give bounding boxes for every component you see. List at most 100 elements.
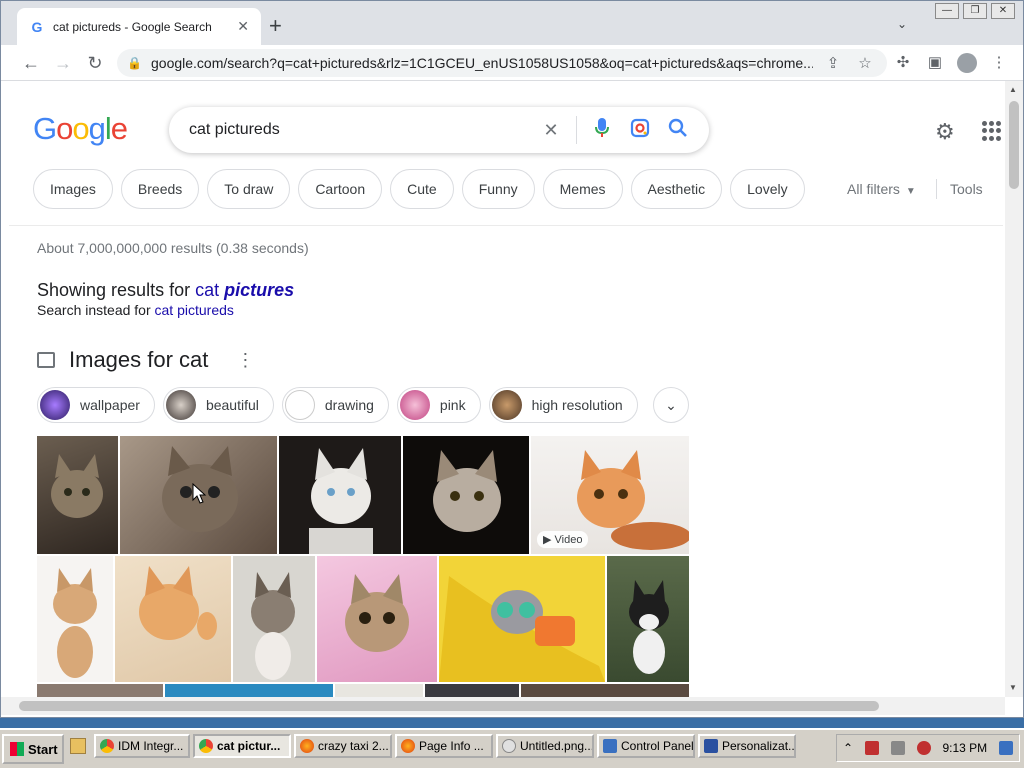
profile-avatar[interactable] (957, 53, 977, 73)
chip-cute[interactable]: Cute (390, 169, 454, 209)
showing-prefix: Showing results for (37, 280, 196, 300)
image-result[interactable] (335, 684, 423, 697)
scroll-up-arrow-icon[interactable]: ▲ (1009, 85, 1017, 94)
chip-memes[interactable]: Memes (542, 169, 623, 209)
subchip-drawing[interactable]: drawing (281, 387, 389, 423)
chip-images[interactable]: Images (33, 169, 113, 209)
folder-icon[interactable] (70, 738, 86, 754)
image-result[interactable] (403, 436, 529, 554)
logo-letter: g (88, 111, 106, 146)
new-tab-button[interactable]: + (269, 13, 282, 39)
video-label: Video (554, 534, 583, 546)
task-firefox-taxi[interactable]: crazy taxi 2... (294, 734, 392, 758)
subchip-pink[interactable]: pink (396, 387, 481, 423)
taskbar: Start IDM Integr... cat pictur... crazy … (0, 728, 1024, 768)
image-result[interactable] (165, 684, 333, 697)
search-box[interactable]: cat pictureds ✕ (169, 107, 709, 153)
chrome-icon (199, 739, 213, 753)
task-page-info[interactable]: Page Info ... (395, 734, 493, 758)
subchip-high-resolution[interactable]: high resolution (488, 387, 638, 423)
chip-cartoon[interactable]: Cartoon (298, 169, 383, 209)
google-logo[interactable]: Google (33, 111, 128, 147)
share-icon[interactable]: ⇪ (821, 54, 845, 72)
chip-funny[interactable]: Funny (461, 169, 535, 209)
horizontal-scrollbar[interactable] (1, 697, 1005, 715)
start-button[interactable]: Start (2, 734, 64, 764)
search-input[interactable]: cat pictureds (189, 121, 532, 139)
task-control-panel[interactable]: Control Panel (597, 734, 695, 758)
image-result[interactable] (115, 556, 231, 682)
chip-aesthetic[interactable]: Aesthetic (630, 169, 723, 209)
reload-icon[interactable]: ↻ (83, 51, 107, 75)
image-result[interactable] (521, 684, 689, 697)
lens-camera-icon[interactable] (621, 118, 659, 143)
tray-security-icon[interactable] (864, 741, 879, 755)
side-panel-icon[interactable]: ▣ (923, 53, 947, 73)
apps-grid-icon[interactable] (982, 121, 1002, 141)
image-result[interactable] (37, 436, 118, 554)
image-result[interactable] (317, 556, 437, 682)
image-result[interactable] (425, 684, 519, 697)
restore-button[interactable]: ❐ (963, 3, 987, 19)
bookmark-star-icon[interactable]: ☆ (853, 54, 877, 72)
clear-x-icon[interactable]: ✕ (532, 120, 570, 141)
all-filters-button[interactable]: All filters ▼ (847, 181, 916, 197)
task-idm[interactable]: IDM Integr... (94, 734, 190, 758)
task-personalization[interactable]: Personalizat... (698, 734, 796, 758)
tray-network-icon[interactable] (890, 741, 905, 755)
tray-expand-icon[interactable]: ⌃ (843, 741, 853, 755)
image-result[interactable] (37, 684, 163, 697)
scroll-thumb[interactable] (1009, 101, 1019, 189)
scroll-down-arrow-icon[interactable]: ▼ (1009, 683, 1017, 692)
corrected-query-link[interactable]: cat pictures (195, 280, 294, 300)
clock[interactable]: 9:13 PM (942, 741, 987, 755)
thumbnail (284, 390, 315, 420)
chip-to-draw[interactable]: To draw (207, 169, 291, 209)
minimize-button[interactable]: — (935, 3, 959, 19)
image-result[interactable] (37, 556, 113, 682)
tab-active[interactable]: G cat pictureds - Google Search ✕ (17, 8, 261, 45)
task-label: Personalizat... (722, 739, 796, 753)
vertical-scrollbar[interactable]: ▲ ▼ (1005, 81, 1023, 697)
personalization-icon (704, 739, 718, 753)
tab-bar: G cat pictureds - Google Search ✕ + ⌄ — … (1, 1, 1023, 45)
window-close-button[interactable]: ✕ (991, 3, 1015, 19)
extensions-puzzle-icon[interactable]: ✣ (891, 53, 915, 73)
tray-desktop-icon[interactable] (998, 741, 1013, 755)
back-arrow-icon[interactable]: ← (19, 51, 43, 75)
more-vert-icon[interactable]: ⋮ (236, 350, 254, 371)
address-bar[interactable]: 🔒 google.com/search?q=cat+pictureds&rlz=… (117, 49, 887, 77)
browser-window: G cat pictureds - Google Search ✕ + ⌄ — … (0, 0, 1024, 718)
tools-button[interactable]: Tools (950, 181, 983, 197)
microphone-icon[interactable] (583, 117, 621, 143)
subchip-wallpaper[interactable]: wallpaper (37, 387, 155, 423)
scroll-thumb[interactable] (19, 701, 879, 711)
task-chrome-search[interactable]: cat pictur... (193, 734, 291, 758)
close-icon[interactable]: ✕ (237, 18, 249, 35)
search-icon[interactable] (659, 118, 697, 143)
chip-breeds[interactable]: Breeds (120, 169, 200, 209)
task-buttons: IDM Integr... cat pictur... crazy taxi 2… (94, 734, 796, 758)
video-badge: ▶ Video (537, 531, 589, 548)
lock-icon[interactable]: 🔒 (127, 56, 142, 70)
chip-lovely[interactable]: Lovely (730, 169, 805, 209)
tab-search-chevron-down-icon[interactable]: ⌄ (897, 17, 907, 31)
chevron-down-icon[interactable]: ⌄ (653, 387, 689, 423)
image-result[interactable] (233, 556, 315, 682)
tray-volume-icon[interactable] (916, 741, 931, 755)
image-result[interactable] (607, 556, 689, 682)
subchip-beautiful[interactable]: beautiful (162, 387, 274, 423)
image-result[interactable]: ▶ Video (531, 436, 689, 554)
kebab-menu-icon[interactable]: ⋮ (987, 53, 1011, 73)
subchip-label: pink (439, 397, 466, 413)
image-result[interactable] (439, 556, 605, 682)
gear-icon[interactable]: ⚙ (935, 119, 955, 145)
subchip-label: beautiful (205, 397, 259, 413)
original-query-link[interactable]: cat pictureds (155, 302, 234, 318)
corrected-bold: pictures (224, 280, 295, 300)
forward-arrow-icon[interactable]: → (51, 51, 75, 75)
control-panel-icon (603, 739, 617, 753)
images-section-title[interactable]: Images for cat (69, 347, 208, 373)
image-result[interactable] (279, 436, 401, 554)
task-paint[interactable]: Untitled.png... (496, 734, 594, 758)
